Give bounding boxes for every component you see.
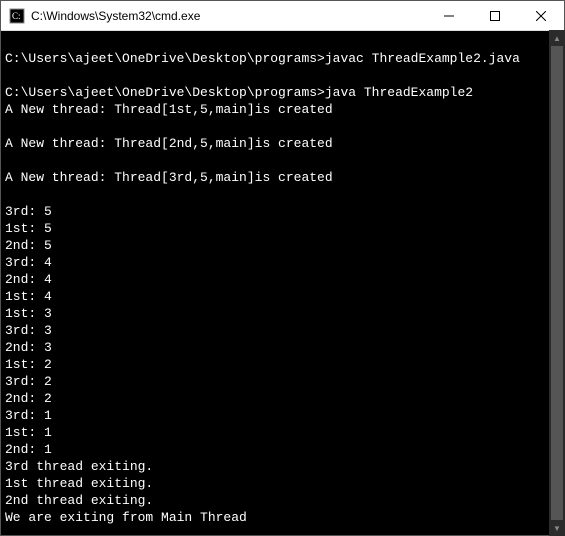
terminal-line: 3rd thread exiting.: [5, 459, 153, 474]
terminal-line: 2nd: 1: [5, 442, 52, 457]
terminal-line: 3rd: 1: [5, 408, 52, 423]
terminal-line: 2nd: 4: [5, 272, 52, 287]
terminal-line: 1st: 2: [5, 357, 52, 372]
terminal-line: 1st thread exiting.: [5, 476, 153, 491]
close-button[interactable]: [518, 1, 564, 30]
terminal-line: 2nd: 5: [5, 238, 52, 253]
terminal-line: C:\Users\ajeet\OneDrive\Desktop\programs…: [5, 85, 473, 100]
svg-text:C:: C:: [12, 11, 21, 21]
scrollbar-track[interactable]: [549, 46, 565, 520]
terminal-line: We are exiting from Main Thread: [5, 510, 247, 525]
maximize-button[interactable]: [472, 1, 518, 30]
cmd-icon: C:: [9, 8, 25, 24]
scrollbar-thumb[interactable]: [551, 46, 563, 520]
scroll-up-arrow-icon[interactable]: ▲: [549, 30, 565, 46]
terminal-line: A New thread: Thread[1st,5,main]is creat…: [5, 102, 333, 117]
terminal-line: 1st: 4: [5, 289, 52, 304]
terminal-line: A New thread: Thread[2nd,5,main]is creat…: [5, 136, 333, 151]
terminal-line: C:\Users\ajeet\OneDrive\Desktop\programs…: [5, 51, 520, 66]
terminal-line: 3rd: 4: [5, 255, 52, 270]
window-controls: [426, 1, 564, 30]
titlebar[interactable]: C: C:\Windows\System32\cmd.exe: [1, 1, 564, 31]
window-title: C:\Windows\System32\cmd.exe: [31, 9, 426, 23]
scroll-down-arrow-icon[interactable]: ▼: [549, 520, 565, 536]
terminal-output[interactable]: C:\Users\ajeet\OneDrive\Desktop\programs…: [1, 31, 564, 535]
terminal-line: A New thread: Thread[3rd,5,main]is creat…: [5, 170, 333, 185]
cmd-window: C: C:\Windows\System32\cmd.exe C:\Users\…: [0, 0, 565, 536]
terminal-line: 3rd: 2: [5, 374, 52, 389]
terminal-line: 3rd: 3: [5, 323, 52, 338]
terminal-line: 2nd thread exiting.: [5, 493, 153, 508]
terminal-line: 1st: 3: [5, 306, 52, 321]
minimize-button[interactable]: [426, 1, 472, 30]
terminal-line: 3rd: 5: [5, 204, 52, 219]
vertical-scrollbar[interactable]: ▲ ▼: [549, 30, 565, 536]
terminal-line: 2nd: 3: [5, 340, 52, 355]
terminal-line: 1st: 1: [5, 425, 52, 440]
terminal-line: 1st: 5: [5, 221, 52, 236]
terminal-line: 2nd: 2: [5, 391, 52, 406]
